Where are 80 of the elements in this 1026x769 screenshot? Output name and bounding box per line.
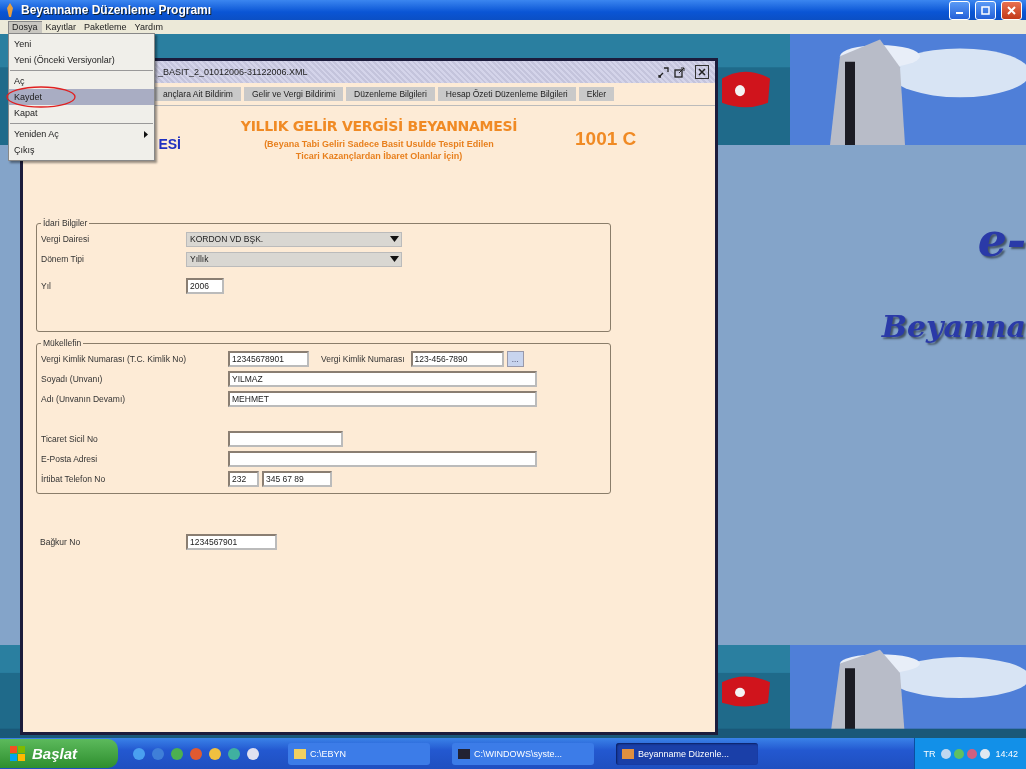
field-label: Ticaret Sicil No: [41, 434, 99, 444]
submenu-arrow-icon: [144, 130, 148, 138]
restore-icon: [657, 66, 669, 78]
tab[interactable]: Hesap Özeti Düzenleme Bilgileri: [437, 87, 576, 101]
window-icon: [458, 748, 470, 759]
taskbar-button[interactable]: C:\WINDOWS\syste...: [452, 742, 594, 765]
taskbar-button[interactable]: Beyanname Düzenle...: [616, 742, 758, 765]
form-title-fragment: ESİ: [158, 136, 181, 152]
quick-launch-icon[interactable]: [170, 746, 184, 761]
group-label: İdari Bilgiler: [42, 218, 89, 228]
quick-launch-icon[interactable]: [246, 746, 260, 761]
minimize-button[interactable]: [949, 0, 970, 20]
window-icon: [622, 748, 634, 759]
window-icon: [294, 748, 306, 759]
highlight-ellipse: [6, 86, 76, 108]
input-field[interactable]: 345 67 89: [262, 471, 332, 487]
tab[interactable]: Ekler: [578, 87, 615, 101]
app-icon: [4, 3, 16, 17]
field-label: İrtibat Telefon No: [41, 474, 107, 484]
input-field[interactable]: 2006: [186, 278, 224, 294]
browse-button[interactable]: ...: [506, 351, 524, 367]
maximize-icon: [673, 66, 685, 78]
menu-option[interactable]: Kaydet: [9, 89, 154, 105]
menu-option[interactable]: Çıkış: [9, 142, 154, 158]
field-label: E-Posta Adresi: [41, 454, 99, 464]
input-field[interactable]: MEHMET: [228, 391, 537, 407]
close-button[interactable]: [695, 65, 709, 79]
close-icon: [698, 68, 706, 76]
tab[interactable]: ançlara Ait Bildirim: [155, 87, 241, 101]
menu-option[interactable]: Aç: [9, 73, 154, 89]
input-field[interactable]: YILMAZ: [228, 371, 537, 387]
dropdown[interactable]: Yıllık: [186, 251, 402, 267]
window-title: Beyanname Düzenleme Programı: [21, 3, 213, 17]
logo-text: e-: [977, 217, 1026, 263]
menu-option[interactable]: Yeni (Önceki Versiyonlar): [9, 52, 154, 68]
input-field[interactable]: 1234567901: [186, 534, 277, 550]
maximize-button[interactable]: [975, 0, 996, 20]
field-label: Vergi Kimlik Numarası: [321, 354, 405, 364]
input-field[interactable]: [228, 431, 343, 447]
input-field[interactable]: 12345678901: [228, 351, 309, 367]
menu-option[interactable]: Kapat: [9, 105, 154, 121]
field-label: Yıl: [41, 281, 52, 291]
restore-button[interactable]: [657, 66, 669, 78]
clock: 14:42: [995, 748, 1018, 759]
field-label: Dönem Tipi: [41, 254, 85, 264]
quick-launch-icon[interactable]: [132, 746, 146, 761]
menu-item[interactable]: Dosya: [8, 21, 42, 33]
tab[interactable]: Gelir ve Vergi Bildirimi: [243, 87, 344, 101]
field-label: Soyadı (Unvanı): [41, 374, 104, 384]
quick-launch-icon[interactable]: [227, 746, 241, 761]
field-label: Bağkur No: [40, 537, 82, 547]
field-label: Vergi Dairesi: [41, 234, 91, 244]
input-field[interactable]: [228, 451, 537, 467]
dropdown-arrow-icon: [390, 236, 399, 242]
field-label: Adı (Unvanın Devamı): [41, 394, 127, 404]
language-indicator: TR: [923, 748, 936, 759]
field-label: Vergi Kimlik Numarası (T.C. Kimlik No): [41, 354, 187, 364]
maximize-icon: [981, 5, 990, 15]
windows-flag-icon: [10, 745, 26, 762]
form-title: YILLIK GELİR VERGİSİ BEYANNAMESİ: [240, 118, 518, 134]
menu-option[interactable]: Yeni: [9, 36, 154, 52]
maximize-button[interactable]: [673, 66, 685, 78]
document-title: _BASIT_2_01012006-31122006.XML: [158, 67, 309, 77]
group-label: Mükellefin: [42, 338, 83, 348]
dropdown-arrow-icon: [390, 256, 399, 262]
menu-item[interactable]: Kayıtlar: [41, 21, 81, 33]
menu-item[interactable]: Yardım: [130, 21, 167, 33]
form-subtitle: (Beyana Tabi Geliri Sadece Basit Usulde Tespit Edilen Ticari Kazançlardan İbaret Olanlar İçin): [264, 138, 494, 163]
tray-icons-drawing: [940, 746, 991, 761]
quick-launch-icon[interactable]: [208, 746, 222, 761]
tab[interactable]: Düzenleme Bilgileri: [346, 87, 435, 101]
menu-item[interactable]: Paketleme: [80, 21, 131, 33]
form-code: 1001 C: [575, 128, 638, 151]
menu-option[interactable]: Yeniden Aç: [9, 126, 154, 142]
dropdown[interactable]: KORDON VD BŞK.: [186, 231, 402, 247]
close-icon: [1007, 5, 1016, 15]
input-field[interactable]: 232: [228, 471, 259, 487]
taskbar-button[interactable]: C:\EBYN: [288, 742, 430, 765]
input-field[interactable]: 123-456-7890: [410, 351, 504, 367]
logo-text: Beyanna: [881, 309, 1026, 344]
